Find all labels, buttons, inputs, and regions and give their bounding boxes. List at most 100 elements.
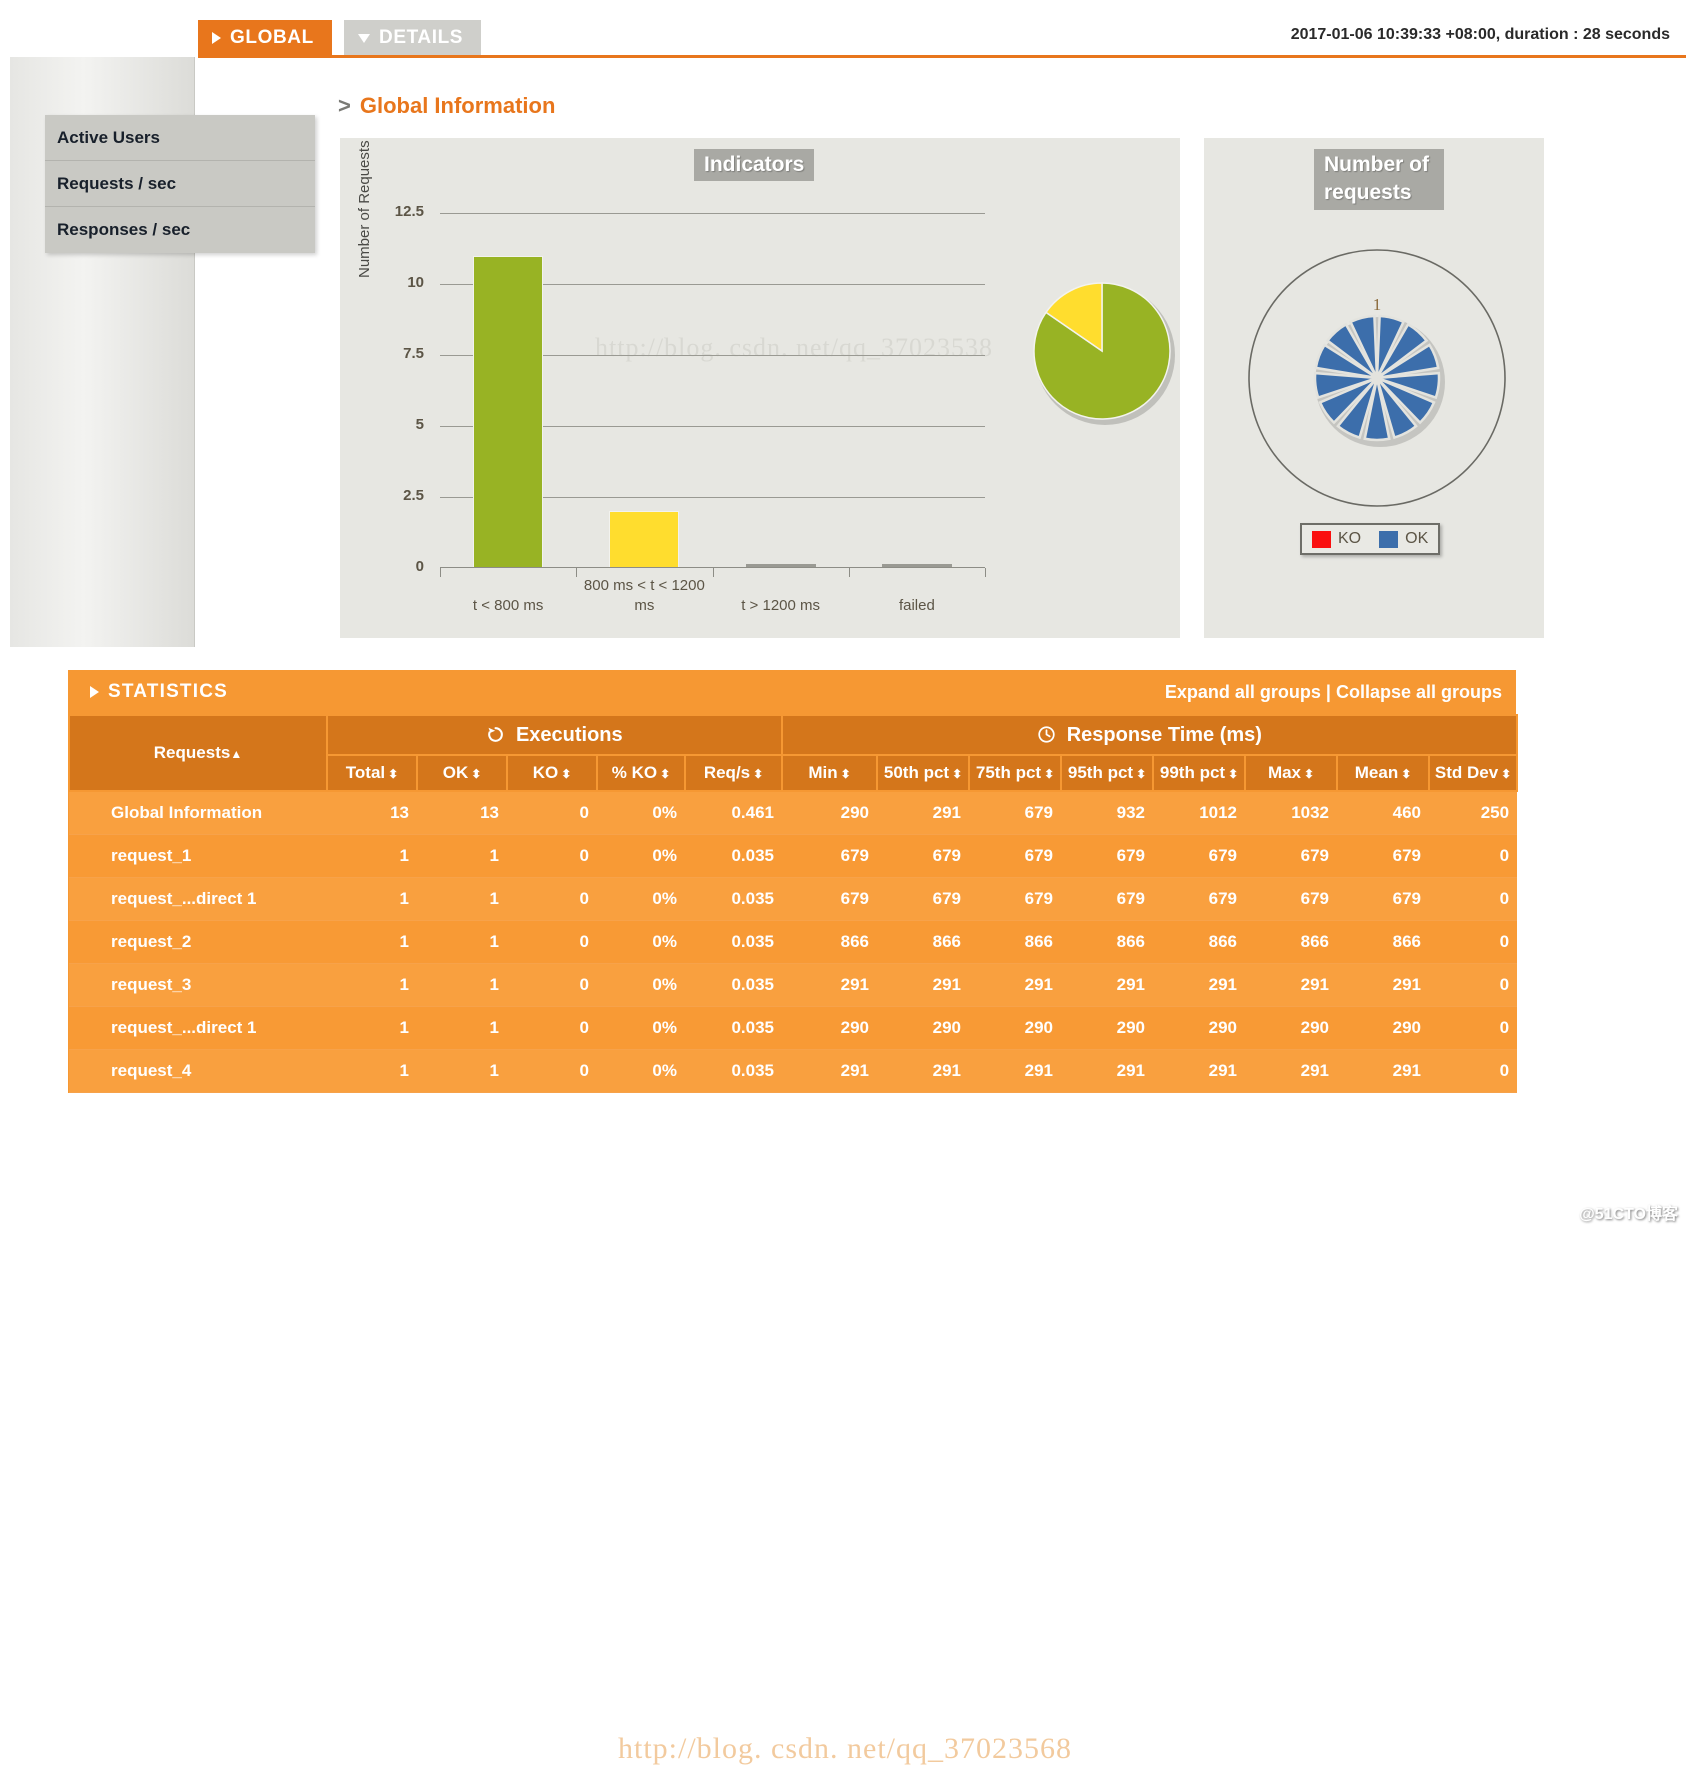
table-cell: 0 (1429, 1006, 1518, 1051)
table-cell: 932 (1061, 791, 1154, 836)
table-cell: 0% (597, 834, 685, 879)
table-cell: 291 (782, 963, 878, 1008)
table-cell: 291 (969, 963, 1062, 1008)
collapse-all-groups-link[interactable]: Collapse all groups (1336, 682, 1502, 702)
bar-chart-plot: 0 2.5 5 7.5 10 12.5 t < 800 ms 800 ms < t < 12… (395, 193, 986, 614)
bar[interactable] (473, 255, 544, 568)
statistics-header-bar: STATISTICS Expand all groups | Collapse … (68, 670, 1516, 714)
table-cell: 291 (1153, 1049, 1246, 1094)
column-header-ko[interactable]: KO ⬍ (506, 753, 598, 793)
refresh-icon (488, 727, 504, 742)
sidebar-item-label: Active Users (57, 127, 161, 147)
header-group-executions-label: Executions (515, 724, 623, 746)
table-row[interactable]: request_1 1 1 0 0% 0.035 679 679 679 679 679 679 679… (69, 834, 1518, 879)
sidebar-item-active-users[interactable]: Active Users (45, 115, 315, 161)
sort-toggle-icon[interactable]: ⬍ (952, 767, 962, 781)
triangle-right-icon (212, 32, 221, 44)
footer-badge: @51CTO博客 (1579, 1206, 1678, 1223)
row-request-name[interactable]: request_2 (69, 920, 327, 965)
sort-toggle-icon[interactable]: ⬍ (1228, 767, 1238, 781)
y-tick-label: 10 (407, 273, 424, 291)
table-cell: 13 (417, 791, 507, 836)
sort-toggle-icon[interactable]: ⬍ (1044, 767, 1054, 781)
column-header-95th-pct[interactable]: 95th pct ⬍ (1060, 753, 1155, 793)
row-request-name[interactable]: Global Information (69, 791, 327, 836)
group-controls: Expand all groups | Collapse all groups (1165, 682, 1502, 703)
sort-toggle-icon[interactable]: ⬍ (1401, 767, 1411, 781)
table-cell: 0 (507, 1006, 597, 1051)
column-header-label: OK (442, 763, 469, 782)
column-header-max[interactable]: Max ⬍ (1244, 753, 1339, 793)
column-header-50th-pct[interactable]: 50th pct ⬍ (876, 753, 971, 793)
column-header-total[interactable]: Total ⬍ (326, 753, 418, 793)
row-request-name[interactable]: request_1 (69, 834, 327, 879)
table-cell: 0.035 (685, 834, 783, 879)
y-tick-label: 7.5 (403, 344, 424, 362)
tab-global[interactable]: GLOBAL (198, 20, 332, 56)
pie-annotation: 1 (1373, 295, 1382, 314)
header-requests[interactable]: Requests▲ (68, 713, 328, 793)
statistics-toggle[interactable]: STATISTICS (90, 681, 228, 703)
sidebar-item-requests-per-sec[interactable]: Requests / sec (45, 161, 315, 207)
row-request-name[interactable]: request_...direct 1 (69, 1006, 327, 1051)
sort-toggle-icon[interactable]: ⬍ (471, 767, 481, 781)
row-request-name[interactable]: request_3 (69, 963, 327, 1008)
table-cell: 291 (1061, 1049, 1154, 1094)
statistics-title: STATISTICS (108, 681, 229, 702)
table-cell: 0% (597, 1006, 685, 1051)
table-cell: 1 (417, 1049, 507, 1094)
table-row[interactable]: request_...direct 1 1 1 0 0% 0.035 679 679 679 67… (69, 877, 1518, 922)
column-header-label: Total (345, 763, 386, 782)
row-request-name[interactable]: request_4 (69, 1049, 327, 1094)
column-header-req-s[interactable]: Req/s ⬍ (683, 753, 784, 793)
bar[interactable] (609, 511, 680, 568)
table-cell: 1012 (1153, 791, 1246, 836)
table-cell: 0 (1429, 1049, 1518, 1094)
legend-item-ko[interactable]: KO (1312, 530, 1361, 548)
column-header-ok[interactable]: OK ⬍ (416, 753, 508, 793)
column-header-ko[interactable]: % KO ⬍ (596, 753, 686, 793)
table-row[interactable]: request_3 1 1 0 0% 0.035 291 291 291 291 291 291 291… (69, 963, 1518, 1008)
tab-details[interactable]: DETAILS (344, 20, 482, 56)
table-row[interactable]: request_2 1 1 0 0% 0.035 866 866 866 866 866 866 866… (69, 920, 1518, 965)
table-cell: 679 (1337, 877, 1430, 922)
sort-toggle-icon[interactable]: ⬍ (1136, 767, 1146, 781)
table-cell: 679 (877, 834, 970, 879)
sort-toggle-icon[interactable]: ⬍ (561, 767, 571, 781)
table-row[interactable]: request_...direct 1 1 1 0 0% 0.035 290 290 290 29… (69, 1006, 1518, 1051)
table-cell: 679 (969, 877, 1062, 922)
x-tick (440, 568, 441, 577)
legend-label-ok: OK (1405, 530, 1429, 547)
column-header-mean[interactable]: Mean ⬍ (1336, 753, 1431, 793)
sort-toggle-icon[interactable]: ⬍ (388, 767, 398, 781)
table-row[interactable]: request_4 1 1 0 0% 0.035 291 291 291 291 291 291 291… (69, 1049, 1518, 1094)
table-cell: 1 (327, 834, 417, 879)
y-tick-label: 0 (415, 558, 424, 575)
sort-toggle-icon[interactable]: ⬍ (1501, 767, 1511, 781)
column-header-99th-pct[interactable]: 99th pct ⬍ (1152, 753, 1247, 793)
sort-toggle-icon[interactable]: ⬍ (1304, 767, 1314, 781)
y-tick-label: 12.5 (394, 202, 424, 220)
page-title: > Global Information (338, 93, 555, 119)
sort-toggle-icon[interactable]: ⬍ (753, 767, 763, 781)
number-of-requests-pie-chart: 1 (1248, 249, 1506, 507)
header-group-response-time: Response Time (ms) (781, 714, 1519, 756)
column-header-75th-pct[interactable]: 75th pct ⬍ (968, 753, 1063, 793)
sidebar-item-responses-per-sec[interactable]: Responses / sec (45, 207, 315, 253)
x-tick (848, 568, 850, 577)
sort-toggle-icon[interactable]: ⬍ (841, 767, 851, 781)
x-tick-label: t > 1200 ms (741, 596, 821, 614)
table-cell: 866 (1337, 920, 1430, 965)
column-header-min[interactable]: Min ⬍ (781, 753, 879, 793)
sort-toggle-icon[interactable]: ⬍ (660, 767, 670, 781)
column-header-std-dev[interactable]: Std Dev ⬍ (1428, 753, 1519, 793)
expand-all-groups-link[interactable]: Expand all groups (1165, 682, 1321, 702)
x-tick (712, 568, 714, 577)
table-row[interactable]: Global Information 13 13 0 0% 0.461 290 291 679 9… (69, 791, 1518, 836)
table-cell: 0% (597, 920, 685, 965)
row-request-name[interactable]: request_...direct 1 (69, 877, 327, 922)
legend-item-ok[interactable]: OK (1379, 530, 1428, 548)
pie-legend: KO OK (1300, 523, 1441, 555)
table-group-header-row: Requests▲ Executions Response Time (ms) (68, 713, 1519, 793)
table-cell: 290 (1245, 1006, 1338, 1051)
